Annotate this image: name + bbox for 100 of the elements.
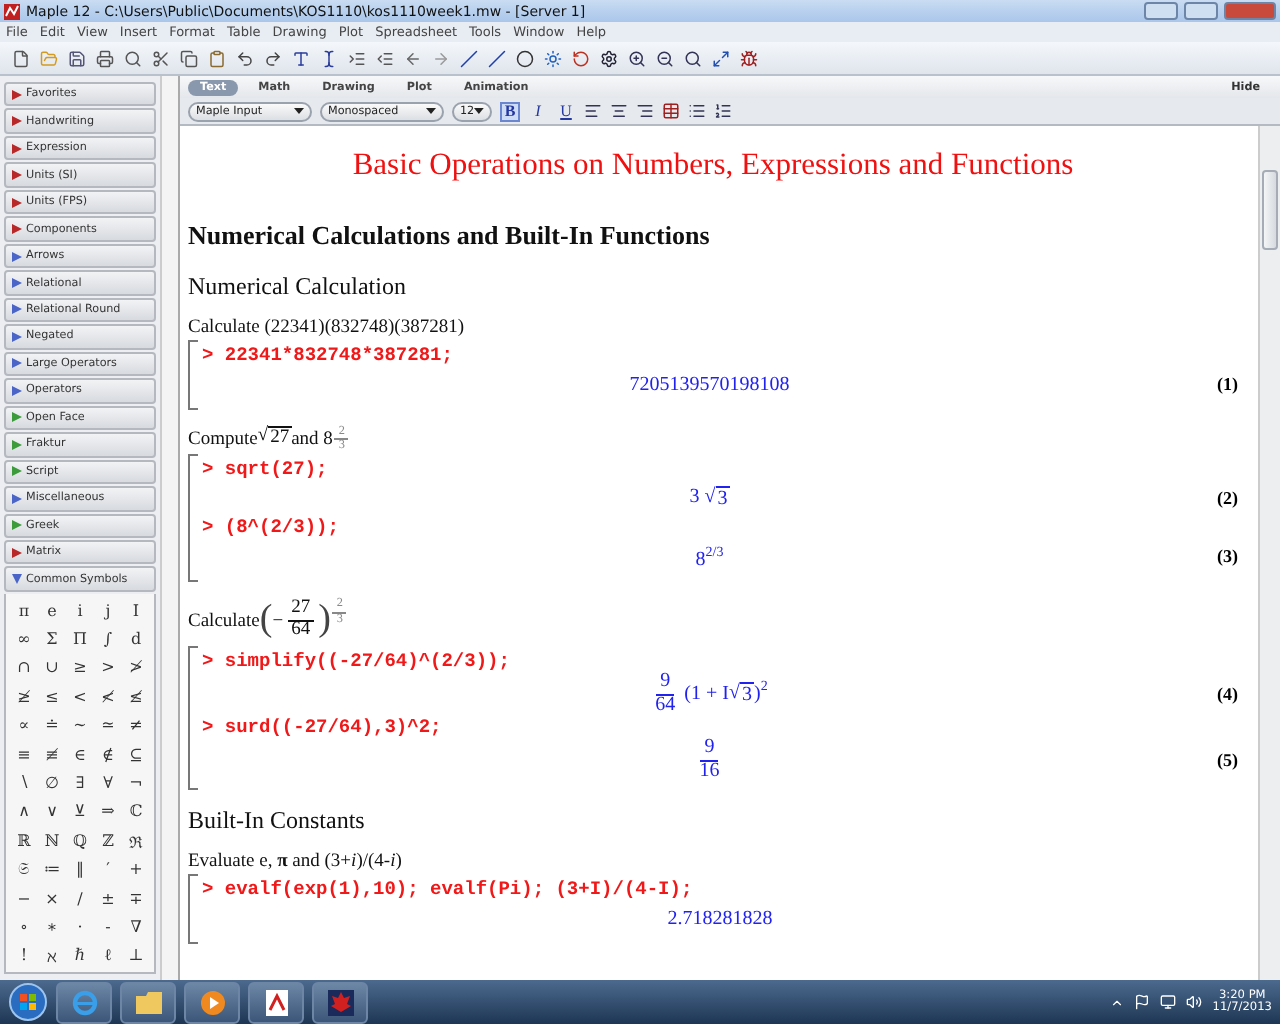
paste-icon[interactable] [208, 49, 226, 67]
symbol-key[interactable]: ⇒ [94, 797, 122, 827]
symbol-key[interactable]: ∓ [122, 883, 150, 913]
symbol-key[interactable]: e [38, 595, 66, 625]
text-cursor-icon[interactable] [320, 49, 338, 67]
symbol-key[interactable]: ! [10, 941, 38, 970]
format-button[interactable]: U [556, 101, 576, 121]
palette-scrollbar[interactable] [160, 76, 180, 980]
symbol-key[interactable]: > [94, 653, 122, 683]
symbol-key[interactable]: ≮ [94, 682, 122, 711]
symbol-key[interactable]: Σ [38, 624, 66, 654]
symbol-key[interactable]: Π [66, 624, 94, 654]
symbol-key[interactable]: ℚ [66, 826, 94, 855]
symbol-key[interactable]: ∨ [38, 797, 66, 827]
symbol-key[interactable]: < [66, 682, 94, 711]
symbol-key[interactable]: ⊥ [122, 941, 150, 970]
symbol-key[interactable]: ≃ [94, 710, 122, 740]
symbol-key[interactable]: d [122, 624, 150, 654]
symbol-key[interactable]: ℵ [38, 941, 66, 970]
align-right-icon[interactable] [636, 102, 654, 120]
format-button[interactable]: B [500, 101, 520, 121]
symbol-key[interactable]: ≡ [10, 739, 38, 769]
symbol-key[interactable]: ℕ [38, 826, 66, 855]
new-file-icon[interactable] [12, 49, 30, 67]
symbol-key[interactable]: ∀ [94, 768, 122, 798]
input-command[interactable]: > sqrt(27); [202, 458, 1238, 481]
flag-icon[interactable] [1134, 994, 1151, 1010]
minimize-button[interactable] [1144, 2, 1178, 20]
input-command[interactable]: > (8^(2/3)); [202, 516, 1238, 539]
symbol-key[interactable]: ∘ [10, 912, 38, 942]
symbol-key[interactable]: ∫ [94, 624, 122, 654]
symbol-key[interactable]: ∝ [10, 710, 38, 740]
redo-icon[interactable] [264, 49, 282, 67]
resize-icon[interactable] [712, 49, 730, 67]
symbol-key[interactable]: ℝ [10, 826, 38, 855]
symbol-key[interactable]: ∇ [122, 912, 150, 942]
zoom-icon[interactable] [684, 49, 702, 67]
symbol-key[interactable]: - [94, 912, 122, 942]
sun-icon[interactable] [544, 49, 562, 67]
symbol-key[interactable]: ≥ [66, 653, 94, 683]
network-icon[interactable] [1160, 994, 1177, 1010]
symbol-key[interactable]: ⊆ [122, 739, 150, 769]
input-command[interactable]: > evalf(exp(1),10); evalf(Pi); (3+I)/(4-I); [202, 878, 1238, 901]
taskbar-app-button[interactable] [184, 981, 240, 1023]
chevron-up-icon[interactable] [1110, 995, 1125, 1009]
symbol-key[interactable]: ∖ [10, 768, 38, 798]
symbol-key[interactable]: ≢ [38, 739, 66, 769]
print-preview-icon[interactable] [124, 49, 142, 67]
symbol-key[interactable]: ± [94, 883, 122, 913]
undo-icon[interactable] [236, 49, 254, 67]
symbol-key[interactable]: · [66, 912, 94, 942]
speaker-icon[interactable] [1186, 994, 1203, 1010]
symbol-key[interactable]: ℏ [66, 941, 94, 970]
maximize-button[interactable] [1184, 2, 1218, 20]
symbol-key[interactable]: ≔ [38, 854, 66, 884]
taskbar-app-button[interactable] [248, 981, 304, 1023]
zoom-in-icon[interactable] [628, 49, 646, 67]
cut-icon[interactable] [152, 49, 170, 67]
debug-icon[interactable] [740, 49, 758, 67]
symbol-key[interactable]: 𝔖 [10, 854, 38, 884]
scroll-thumb[interactable] [1262, 170, 1278, 250]
symbol-key[interactable]: ¬ [122, 768, 150, 798]
align-center-icon[interactable] [610, 102, 628, 120]
symbol-key[interactable]: ∅ [38, 768, 66, 798]
symbol-key[interactable]: ‖ [66, 854, 94, 884]
symbol-key[interactable]: × [38, 883, 66, 913]
symbol-key[interactable]: I [122, 595, 150, 625]
symbol-key[interactable]: ℤ [94, 826, 122, 855]
taskbar-app-button[interactable] [312, 981, 368, 1023]
symbol-key[interactable]: i [66, 595, 94, 625]
symbol-key[interactable]: ≐ [38, 710, 66, 740]
input-command[interactable]: > surd((-27/64),3)^2; [202, 716, 1238, 739]
symbol-key[interactable]: ∼ [66, 710, 94, 740]
symbol-key[interactable]: ≤ [38, 682, 66, 711]
symbol-key[interactable]: ∩ [10, 653, 38, 683]
save-icon[interactable] [68, 49, 86, 67]
circle-icon[interactable] [516, 49, 534, 67]
symbol-key[interactable]: ∃ [66, 768, 94, 798]
input-command[interactable]: > simplify((-27/64)^(2/3)); [202, 650, 1238, 673]
text-icon[interactable] [292, 49, 310, 67]
symbol-key[interactable]: − [10, 883, 38, 913]
symbol-key[interactable]: ∈ [66, 739, 94, 769]
document-scrollbar[interactable] [1258, 126, 1280, 980]
symbol-key[interactable]: ⊻ [66, 797, 94, 827]
align-left-icon[interactable] [584, 102, 602, 120]
symbol-key[interactable]: ′ [94, 854, 122, 884]
numbered-list-icon[interactable] [714, 102, 732, 120]
symbol-key[interactable]: + [122, 854, 150, 884]
symbol-key[interactable]: ≰ [122, 682, 150, 711]
restart-icon[interactable] [572, 49, 590, 67]
symbol-key[interactable]: π [10, 595, 38, 625]
symbol-key[interactable]: ∗ [38, 912, 66, 942]
outdent-icon[interactable] [376, 49, 394, 67]
symbol-key[interactable]: ∪ [38, 653, 66, 683]
taskbar-app-button[interactable] [120, 981, 176, 1023]
back-icon[interactable] [404, 49, 422, 67]
symbol-key[interactable]: ℜ [122, 826, 150, 855]
bullet-list-icon[interactable] [688, 102, 706, 120]
symbol-key[interactable]: ≯ [122, 653, 150, 683]
symbol-key[interactable]: ≱ [10, 682, 38, 711]
